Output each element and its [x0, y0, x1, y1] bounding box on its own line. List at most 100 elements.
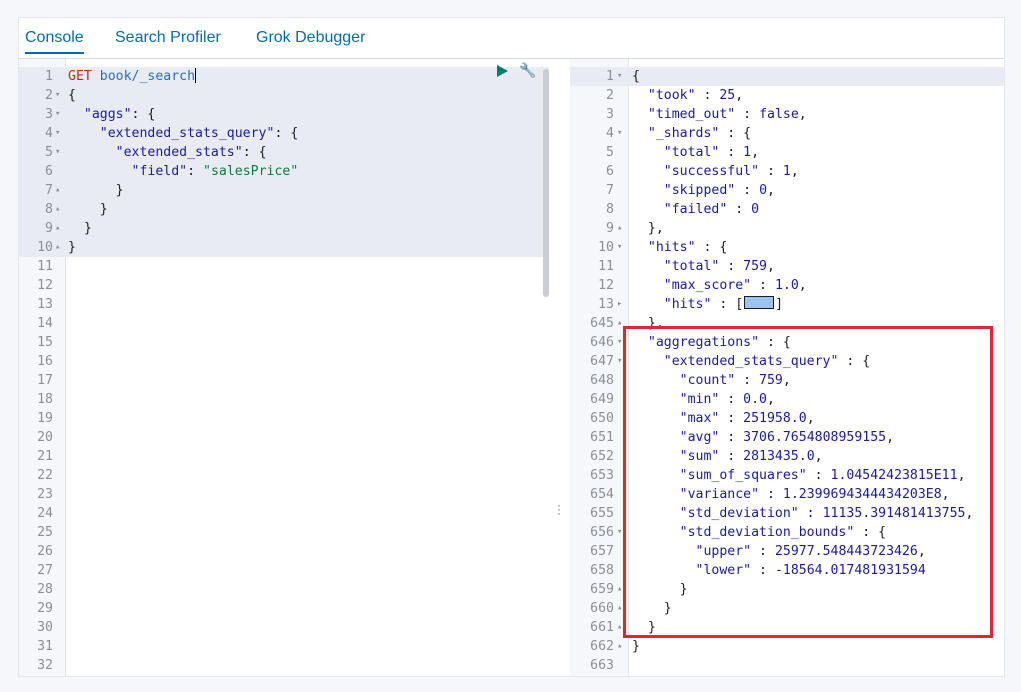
line-number: 9	[45, 221, 53, 236]
request-line[interactable]: 26	[19, 542, 549, 561]
request-line[interactable]: 3 ▾ "aggs": {	[19, 105, 549, 124]
pane-divider[interactable]: · · ·	[549, 59, 570, 676]
fold-toggle-icon[interactable]: ▾	[617, 352, 626, 371]
request-line[interactable]: 13	[19, 295, 549, 314]
fold-toggle-icon[interactable]: ▾	[617, 67, 626, 86]
request-line[interactable]: 9 ▴ }	[19, 219, 549, 238]
line-number: 658	[590, 563, 614, 578]
fold-toggle-icon[interactable]: ▾	[55, 124, 64, 143]
request-editor[interactable]: 1 GET book/_search 2 ▾{3 ▾ "aggs": {4 ▾ "exte…	[19, 59, 549, 676]
fold-toggle-icon[interactable]: ▴	[617, 219, 626, 238]
code-text: "total" : 759,	[663, 259, 775, 274]
line-number: 14	[37, 316, 53, 331]
request-line[interactable]: 14	[19, 314, 549, 333]
response-line: 657 "upper" : 25977.548443723426,	[570, 542, 1004, 561]
fold-toggle-icon[interactable]: ▴	[55, 219, 64, 238]
code-text: }	[68, 183, 124, 198]
fold-toggle-icon[interactable]: ▾	[617, 124, 626, 143]
code-text: },	[632, 316, 664, 331]
request-line[interactable]: 18	[19, 390, 549, 409]
request-line[interactable]: 30	[19, 618, 549, 637]
request-line[interactable]: 19	[19, 409, 549, 428]
line-number: 30	[37, 620, 53, 635]
request-line[interactable]: 11	[19, 257, 549, 276]
code-text: }	[632, 601, 672, 616]
fold-toggle-icon[interactable]: ▸	[617, 295, 626, 314]
response-line: 651 "avg" : 3706.7654808959155,	[570, 428, 1004, 447]
line-number: 652	[590, 449, 614, 464]
request-line[interactable]: 27	[19, 561, 549, 580]
response-line: 647 ▾ "extended_stats_query" : {	[570, 352, 1004, 371]
fold-toggle-icon[interactable]: ▴	[55, 181, 64, 200]
code-text: "max_score" : 1.0,	[663, 278, 807, 293]
fold-toggle-icon[interactable]: ▴	[55, 238, 64, 257]
request-line[interactable]: 1 GET book/_search	[19, 67, 549, 86]
fold-toggle-icon[interactable]: ▾	[55, 105, 64, 124]
collapsed-array-icon[interactable]	[744, 296, 775, 309]
fold-toggle-icon[interactable]: ▾	[55, 86, 64, 105]
response-line: 653 "sum_of_squares" : 1.04542423815E11,	[570, 466, 1004, 485]
fold-toggle-icon[interactable]: ▾	[617, 523, 626, 542]
line-number: 661	[590, 620, 614, 635]
request-line[interactable]: 12	[19, 276, 549, 295]
request-line[interactable]: 32	[19, 656, 549, 675]
code-text: {	[68, 88, 76, 103]
fold-toggle-icon[interactable]: ▾	[617, 238, 626, 257]
request-line[interactable]: 16	[19, 352, 549, 371]
request-line[interactable]: 25	[19, 523, 549, 542]
line-number: 5	[606, 145, 614, 160]
line-number: 8	[45, 202, 53, 217]
fold-toggle-icon[interactable]: ▴	[617, 599, 626, 618]
response-line: 645 ▴ },	[570, 314, 1004, 333]
request-line[interactable]: 2 ▾ {	[19, 86, 549, 105]
line-number: 10	[37, 240, 53, 255]
response-lines: 1 ▾{2 "took" : 25, 3 "timed_out" : false, 4…	[570, 67, 1004, 675]
line-number: 24	[37, 506, 53, 521]
request-line[interactable]: 29	[19, 599, 549, 618]
line-number: 3	[45, 107, 53, 122]
tab-grok-debugger[interactable]: Grok Debugger	[256, 24, 365, 52]
code-text: }	[68, 221, 92, 236]
fold-toggle-icon[interactable]: ▴	[617, 314, 626, 333]
fold-toggle-icon[interactable]: ▴	[617, 580, 626, 599]
line-number: 4	[45, 126, 53, 141]
request-line[interactable]: 4 ▾ "extended_stats_query": {	[19, 124, 549, 143]
response-line: 648 "count" : 759,	[570, 371, 1004, 390]
line-number: 662	[590, 639, 614, 654]
line-number: 25	[37, 525, 53, 540]
request-line[interactable]: 24	[19, 504, 549, 523]
request-line[interactable]: 6 "field": "salesPrice"	[19, 162, 549, 181]
request-line[interactable]: 15	[19, 333, 549, 352]
request-line[interactable]: 28	[19, 580, 549, 599]
request-line[interactable]: 5 ▾ "extended_stats": {	[19, 143, 549, 162]
line-number: 20	[37, 430, 53, 445]
play-icon[interactable]	[497, 65, 508, 77]
request-line[interactable]: 10 ▴}	[19, 238, 549, 257]
request-line[interactable]: 23	[19, 485, 549, 504]
request-line[interactable]: 7 ▴ }	[19, 181, 549, 200]
request-line[interactable]: 22	[19, 466, 549, 485]
fold-toggle-icon[interactable]: ▴	[617, 618, 626, 637]
tab-console[interactable]: Console	[25, 24, 84, 54]
request-line[interactable]: 17	[19, 371, 549, 390]
request-line[interactable]: 20	[19, 428, 549, 447]
fold-toggle-icon[interactable]: ▴	[617, 637, 626, 656]
line-number: 2	[45, 88, 53, 103]
response-viewer[interactable]: 1 ▾{2 "took" : 25, 3 "timed_out" : false, 4…	[570, 59, 1004, 676]
line-number: 657	[590, 544, 614, 559]
response-line: 12 "max_score" : 1.0,	[570, 276, 1004, 295]
wrench-icon[interactable]: 🔧	[519, 63, 536, 79]
request-line[interactable]: 8 ▴ }	[19, 200, 549, 219]
fold-toggle-icon[interactable]: ▾	[55, 143, 64, 162]
request-line[interactable]: 31	[19, 637, 549, 656]
line-number: 11	[37, 259, 53, 274]
tab-search-profiler[interactable]: Search Profiler	[115, 24, 221, 52]
line-number: 5	[45, 145, 53, 160]
drag-handle-icon[interactable]: · · ·	[557, 499, 561, 519]
code-text: "failed" : 0	[663, 202, 760, 217]
line-number: 18	[37, 392, 53, 407]
fold-toggle-icon[interactable]: ▾	[617, 333, 626, 352]
request-line[interactable]: 21	[19, 447, 549, 466]
fold-toggle-icon[interactable]: ▴	[55, 200, 64, 219]
response-line: 652 "sum" : 2813435.0,	[570, 447, 1004, 466]
